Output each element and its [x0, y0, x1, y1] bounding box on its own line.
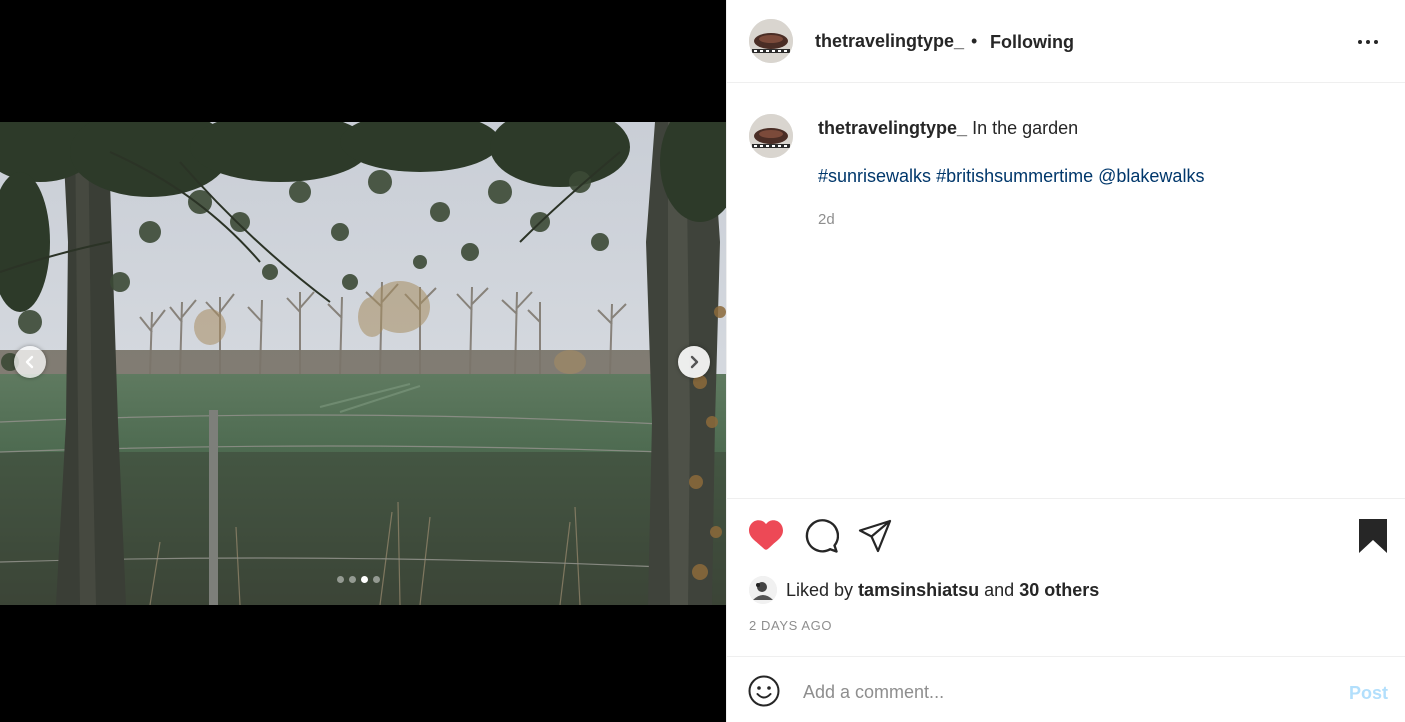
caption-username-link[interactable]: thetravelingtype_: [818, 118, 967, 138]
save-button[interactable]: [1357, 518, 1389, 559]
author-avatar[interactable]: [749, 19, 793, 63]
post-comment-button[interactable]: Post: [1349, 683, 1388, 704]
emoji-button[interactable]: [748, 675, 780, 712]
caption-age: 2d: [818, 211, 835, 228]
chevron-left-icon: [25, 355, 34, 369]
smiley-icon: [748, 675, 780, 707]
comment-button[interactable]: [803, 518, 840, 559]
caption-author-avatar[interactable]: [749, 114, 793, 158]
caption-body: In the garden: [972, 118, 1079, 138]
post-side-panel: thetravelingtype_ • Following thetraveli…: [726, 0, 1405, 722]
liked-by-row: Liked by tamsinshiatsu and 30 others: [749, 576, 1099, 604]
hashtag-list: #sunrisewalks #britishsummertime @blakew…: [818, 166, 1204, 187]
post-photo[interactable]: [0, 122, 726, 605]
more-options-icon[interactable]: [1356, 38, 1380, 46]
caption-section: thetravelingtype_ In the garden #sunrise…: [727, 84, 1405, 498]
liker-username-link[interactable]: tamsinshiatsu: [858, 580, 979, 601]
mention-link[interactable]: @blakewalks: [1098, 166, 1204, 186]
author-username-link[interactable]: thetravelingtype_: [815, 31, 964, 52]
paper-plane-icon: [858, 519, 892, 553]
following-button[interactable]: Following: [990, 32, 1074, 53]
media-panel: [0, 0, 726, 722]
bookmark-icon: [1359, 519, 1387, 553]
separator-dot: •: [971, 31, 978, 51]
carousel-dot: [361, 576, 368, 583]
liked-by-prefix: Liked by: [786, 579, 854, 600]
likes-count-link[interactable]: 30 others: [1019, 580, 1099, 601]
hashtag-link[interactable]: #sunrisewalks: [818, 166, 931, 186]
carousel-prev-button[interactable]: [14, 346, 46, 378]
like-button[interactable]: [748, 518, 784, 557]
comment-input[interactable]: [803, 679, 1323, 705]
comment-bubble-icon: [805, 519, 840, 553]
chevron-right-icon: [690, 355, 699, 369]
carousel-next-button[interactable]: [678, 346, 710, 378]
action-bar: Liked by tamsinshiatsu and 30 others 2 D…: [727, 498, 1405, 656]
carousel-dot: [349, 576, 356, 583]
heart-icon: [749, 520, 783, 550]
hashtag-link[interactable]: #britishsummertime: [936, 166, 1093, 186]
liker-avatar[interactable]: [749, 576, 777, 604]
caption-text: thetravelingtype_ In the garden: [818, 118, 1078, 139]
comment-composer: Post: [727, 656, 1405, 722]
share-button[interactable]: [857, 518, 893, 559]
carousel-dot: [337, 576, 344, 583]
liked-by-joiner: and: [984, 579, 1015, 600]
post-header: thetravelingtype_ • Following: [727, 0, 1405, 83]
carousel-indicator: [337, 576, 380, 583]
post-date: 2 DAYS AGO: [749, 618, 833, 633]
carousel-dot: [373, 576, 380, 583]
